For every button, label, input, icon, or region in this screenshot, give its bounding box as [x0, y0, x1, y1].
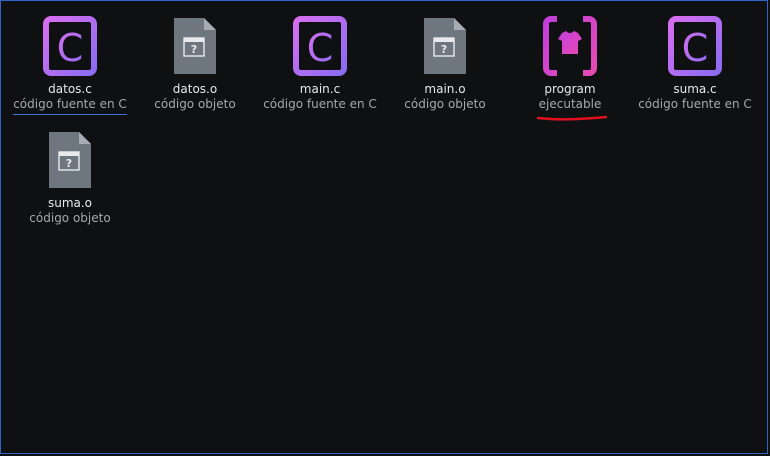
file-type: código objeto [154, 97, 236, 111]
svg-text:C: C [57, 26, 84, 70]
executable-icon [543, 15, 597, 77]
file-name: main.c [299, 82, 341, 96]
file-type: ejecutable [538, 97, 602, 111]
file-view: C datos.c código fuente en C ? datos.o c… [0, 0, 768, 454]
file-item-main-o[interactable]: ? main.o código objeto [383, 15, 507, 112]
object-file-icon: ? [418, 15, 472, 77]
red-underline-annotation [537, 115, 607, 121]
file-item-datos-c[interactable]: C datos.c código fuente en C [8, 15, 132, 115]
file-name: program [544, 82, 596, 96]
file-item-main-c[interactable]: C main.c código fuente en C [258, 15, 382, 112]
svg-text:C: C [682, 26, 709, 70]
c-source-icon: C [293, 15, 347, 77]
object-file-icon: ? [168, 15, 222, 77]
file-item-datos-o[interactable]: ? datos.o código objeto [133, 15, 257, 112]
file-name: datos.o [172, 82, 218, 96]
file-item-program[interactable]: program ejecutable [508, 15, 632, 112]
svg-text:C: C [307, 26, 334, 70]
svg-text:?: ? [66, 157, 72, 170]
file-type: código fuente en C [263, 97, 377, 111]
svg-text:?: ? [191, 43, 197, 56]
file-type: código fuente en C [13, 97, 127, 115]
file-type: código fuente en C [638, 97, 752, 111]
object-file-icon: ? [43, 129, 97, 191]
file-item-suma-o[interactable]: ? suma.o código objeto [8, 129, 132, 226]
file-name: main.o [424, 82, 466, 96]
svg-text:?: ? [441, 43, 447, 56]
file-type: código objeto [29, 211, 111, 225]
c-source-icon: C [43, 15, 97, 77]
file-name: suma.c [673, 82, 717, 96]
c-source-icon: C [668, 15, 722, 77]
file-name: datos.c [48, 82, 92, 96]
file-type: código objeto [404, 97, 486, 111]
file-name: suma.o [47, 196, 93, 210]
file-item-suma-c[interactable]: C suma.c código fuente en C [633, 15, 757, 112]
